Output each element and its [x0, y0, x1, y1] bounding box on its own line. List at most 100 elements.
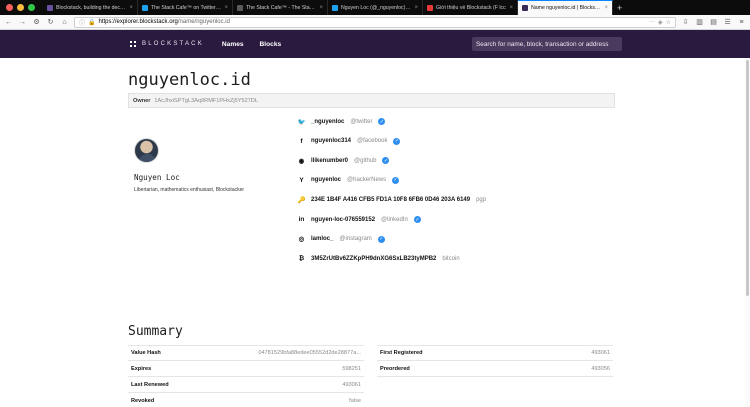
github-icon: ◉	[298, 157, 305, 165]
tab-favicon-icon	[142, 4, 148, 11]
reload-icon[interactable]: ↻	[46, 18, 55, 26]
account-row[interactable]: f nguyenloc314 @facebook ✓	[298, 137, 401, 145]
tab-favicon-icon	[522, 5, 528, 11]
browser-tab[interactable]: The Stack Cafe™ - The Stack Cafe×	[233, 0, 328, 15]
twitter-icon: 🐦	[297, 118, 306, 126]
account-identifier[interactable]: _nguyenloc	[311, 119, 344, 125]
account-identifier[interactable]: 3M5ZrUtBv6ZZKpPH9dnXG6SxLB23tyMPB2	[311, 256, 436, 262]
account-row[interactable]: ◎ lamloc_ @instagram ✓	[298, 235, 385, 243]
library-icon[interactable]: ▥	[695, 18, 704, 26]
url-text[interactable]: https://explorer.blockstack.org/name/ngu…	[99, 19, 646, 25]
tab-close-icon[interactable]: ×	[414, 5, 418, 11]
account-identifier[interactable]: nguyenloc314	[311, 138, 351, 144]
owner-label: Owner	[133, 97, 151, 104]
page-title: nguyenloc.id	[128, 70, 251, 90]
tab-close-icon[interactable]: ×	[604, 5, 608, 11]
owner-box: Owner 1AcJhxiSPTgL3Aq9RMF1PHxZj5Y527DL	[128, 93, 615, 108]
account-row[interactable]: 🐦 _nguyenloc @twitter ✓	[297, 118, 386, 126]
settings-wrench-icon[interactable]: ⚙	[32, 18, 41, 26]
browser-tab[interactable]: Name nguyenloc.id | Blockstack Ex×	[518, 0, 613, 15]
account-row[interactable]: ◉ llikenumber0 @github ✓	[298, 157, 390, 165]
tab-close-icon[interactable]: ×	[129, 5, 133, 11]
browser-tab[interactable]: Giới thiệu về Blockstack (F lcc ×	[423, 0, 518, 15]
tab-favicon-icon	[332, 4, 338, 11]
home-icon[interactable]: ⌂	[60, 19, 69, 26]
summary-key: Preordered	[380, 365, 410, 372]
reader-icon[interactable]: ☰	[723, 18, 732, 26]
scrollbar[interactable]	[745, 58, 750, 407]
account-row[interactable]: 🔑 234E 1B4F A416 CFB5 FD1A 10F8 6FB6 0D46…	[297, 196, 486, 204]
blockstack-logo[interactable]: BLOCKSTACK	[130, 41, 204, 47]
zoom-window-button[interactable]	[28, 4, 35, 11]
summary-value: 04781529bfa88edee05552d2de28877a...	[258, 350, 361, 356]
owner-address[interactable]: 1AcJhxiSPTgL3Aq9RMF1PHxZj5Y527DL	[154, 98, 258, 104]
summary-value: 598251	[342, 365, 361, 372]
summary-row: Last Renewed 493061	[128, 377, 364, 393]
account-identifier[interactable]: 234E 1B4F A416 CFB5 FD1A 10F8 6FB6 0D46 …	[311, 197, 470, 203]
pocket-icon[interactable]: ◈	[658, 19, 663, 26]
tab-title: The Stack Cafe™ on Twitter: "@Eric_Weig	[151, 4, 221, 11]
account-identifier[interactable]: llikenumber0	[311, 158, 348, 164]
lock-icon: 🔒	[88, 19, 96, 26]
address-bar[interactable]: ⓘ 🔒 https://explorer.blockstack.org/name…	[74, 16, 676, 28]
account-identifier[interactable]: lamloc_	[311, 236, 333, 242]
account-service: bitcoin	[442, 255, 460, 262]
summary-key: Expires	[131, 365, 152, 372]
avatar	[134, 138, 159, 163]
new-tab-button[interactable]: +	[617, 3, 622, 13]
info-icon[interactable]: ⓘ	[79, 18, 85, 27]
account-row[interactable]: ₿ 3M5ZrUtBv6ZZKpPH9dnXG6SxLB23tyMPB2 bitco…	[298, 255, 460, 262]
browser-tab[interactable]: Blockstack, building the decentr ×	[43, 0, 138, 15]
profile-bio: Libertarian, mathematics enthusiast, Blo…	[134, 187, 245, 193]
summary-value: 493061	[591, 350, 610, 356]
browser-tab[interactable]: The Stack Cafe™ on Twitter: "@Eric_Weig×	[138, 0, 233, 15]
account-service: @linkedIn	[381, 216, 408, 223]
profile-display-name: Nguyen Loc	[134, 173, 180, 182]
account-service: @github	[354, 157, 377, 164]
tab-close-icon[interactable]: ×	[224, 5, 228, 11]
tab-close-icon[interactable]: ×	[509, 5, 513, 11]
account-service: @twitter	[350, 118, 373, 125]
tab-close-icon[interactable]: ×	[319, 5, 323, 11]
tab-favicon-icon	[237, 4, 243, 11]
verified-check-icon: ✓	[377, 235, 385, 243]
tab-title: Giới thiệu về Blockstack (F lcc	[436, 4, 506, 11]
main-content: nguyenloc.id Owner 1AcJhxiSPTgL3Aq9RMF1P…	[0, 58, 750, 407]
menu-icon[interactable]: ≡	[737, 19, 746, 26]
site-header: BLOCKSTACK Names Blocks	[0, 30, 750, 58]
browser-toolbar: ← → ⚙ ↻ ⌂ ⓘ 🔒 https://explorer.blockstac…	[0, 15, 750, 30]
summary-key: First Registered	[380, 350, 423, 356]
search-input[interactable]	[472, 37, 622, 51]
close-window-button[interactable]	[6, 4, 13, 11]
forward-icon[interactable]: →	[18, 19, 27, 26]
verified-check-icon: ✓	[393, 137, 401, 145]
account-identifier[interactable]: nguyen-loc-076559152	[311, 217, 375, 223]
summary-value: false	[349, 397, 361, 404]
sidebar-icon[interactable]: ▤	[709, 18, 718, 26]
logo-text: BLOCKSTACK	[142, 41, 204, 47]
account-service: @hackerNews	[347, 177, 387, 184]
browser-tab[interactable]: Nguyen Loc (@_nguyenloc) | Twitter×	[328, 0, 423, 15]
account-service: @instagram	[339, 236, 372, 243]
verified-check-icon: ✓	[378, 118, 386, 125]
summary-row: Revoked false	[128, 393, 364, 407]
summary-row: First Registered 493061	[377, 345, 613, 361]
account-identifier[interactable]: nguyenloc	[311, 177, 341, 183]
download-icon[interactable]: ⇩	[681, 18, 690, 26]
account-row[interactable]: Ynguyenloc @hackerNews ✓	[298, 176, 400, 184]
bookmark-star-icon[interactable]: ☆	[666, 19, 671, 26]
browser-tab-bar: Blockstack, building the decentr × The Sta…	[0, 0, 750, 15]
account-row[interactable]: in nguyen-loc-076559152 @linkedIn ✓	[298, 216, 421, 223]
verified-check-icon: ✓	[382, 157, 390, 165]
back-icon[interactable]: ←	[4, 19, 13, 26]
summary-row: Value Hash 04781529bfa88edee05552d2de2887…	[128, 345, 364, 361]
more-actions-icon[interactable]: ···	[649, 19, 655, 25]
nav-names[interactable]: Names	[222, 41, 244, 48]
tab-favicon-icon	[47, 4, 53, 11]
nav-blocks[interactable]: Blocks	[260, 41, 282, 48]
linkedin-icon: in	[298, 216, 305, 223]
minimize-window-button[interactable]	[17, 4, 24, 11]
account-service: @facebook	[357, 138, 388, 145]
scrollbar-thumb[interactable]	[746, 60, 749, 296]
tab-favicon-icon	[427, 4, 433, 11]
